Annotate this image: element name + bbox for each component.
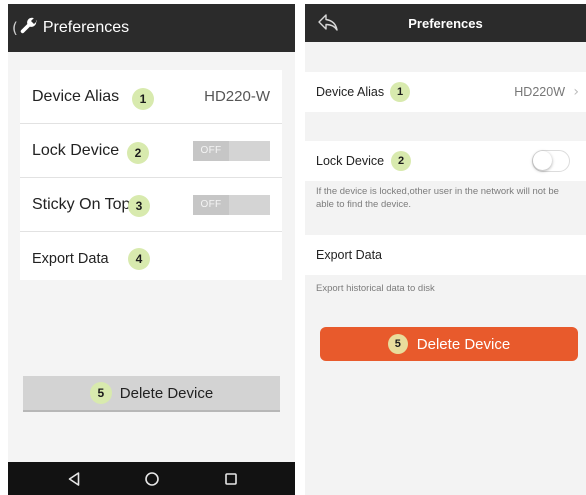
device-alias-cell[interactable]: Device Alias 1 HD220W › [305, 72, 586, 112]
back-triangle-icon[interactable] [61, 466, 87, 492]
delete-device-button[interactable]: 5 Delete Device [320, 327, 578, 361]
lock-device-cell: Lock Device 2 [305, 141, 586, 181]
delete-device-button[interactable]: 5 Delete Device [23, 376, 280, 412]
ios-preferences-screen: Preferences Device Alias 1 HD220W › Lock… [305, 4, 586, 495]
delete-device-label: Delete Device [119, 384, 214, 402]
export-data-cell[interactable]: Export Data [305, 235, 586, 275]
device-alias-label: Device Alias [316, 85, 385, 99]
recents-square-icon[interactable] [218, 466, 244, 492]
home-circle-icon[interactable] [139, 466, 165, 492]
device-alias-row[interactable]: Device Alias 1 HD220-W [20, 70, 282, 124]
callout-badge: 1 [390, 82, 410, 102]
up-caret-icon[interactable]: ( [12, 19, 18, 37]
sticky-on-top-label: Sticky On Top [32, 195, 131, 213]
lock-device-toggle[interactable]: OFF [193, 140, 270, 161]
callout-badge: 2 [391, 151, 411, 171]
callout-badge: 1 [132, 88, 154, 110]
preferences-list: Device Alias 1 HD220-W Lock Device 2 OFF… [20, 70, 282, 280]
chevron-right-icon: › [573, 84, 579, 100]
sticky-on-top-row: Sticky On Top 3 OFF [20, 178, 282, 232]
system-navigation-bar [8, 462, 295, 495]
android-preferences-screen: ( Preferences Device Alias 1 HD220-W Loc… [8, 4, 295, 495]
back-arrow-icon[interactable] [317, 13, 339, 33]
callout-badge: 3 [128, 195, 150, 217]
toggle-state-text: OFF [193, 140, 229, 161]
sticky-on-top-toggle[interactable]: OFF [193, 194, 270, 215]
device-alias-value: HD220W [514, 85, 565, 99]
wrench-icon[interactable] [19, 16, 43, 41]
lock-device-note: If the device is locked,other user in th… [316, 186, 559, 210]
ios-navigation-bar: Preferences [305, 4, 586, 42]
android-action-bar: ( Preferences [8, 4, 295, 52]
export-data-row[interactable]: Export Data 4 [20, 232, 282, 286]
device-alias-value: HD220-W [204, 88, 270, 105]
page-title: Preferences [408, 15, 483, 31]
export-data-note: Export historical data to disk [316, 283, 435, 294]
device-alias-label: Device Alias [32, 87, 120, 105]
callout-badge: 5 [387, 334, 408, 354]
export-data-label: Export Data [316, 248, 383, 262]
callout-badge: 2 [127, 142, 149, 164]
toggle-state-text: OFF [193, 194, 229, 215]
lock-device-label: Lock Device [32, 141, 120, 159]
switch-knob [533, 151, 552, 170]
lock-device-switch[interactable] [532, 150, 570, 172]
lock-device-row: Lock Device 2 OFF [20, 124, 282, 178]
export-data-label: Export Data [32, 251, 109, 267]
lock-device-label: Lock Device [316, 154, 385, 168]
delete-device-label: Delete Device [416, 335, 511, 353]
callout-badge: 4 [128, 248, 150, 270]
callout-badge: 5 [89, 382, 112, 404]
page-title: Preferences [42, 19, 130, 36]
